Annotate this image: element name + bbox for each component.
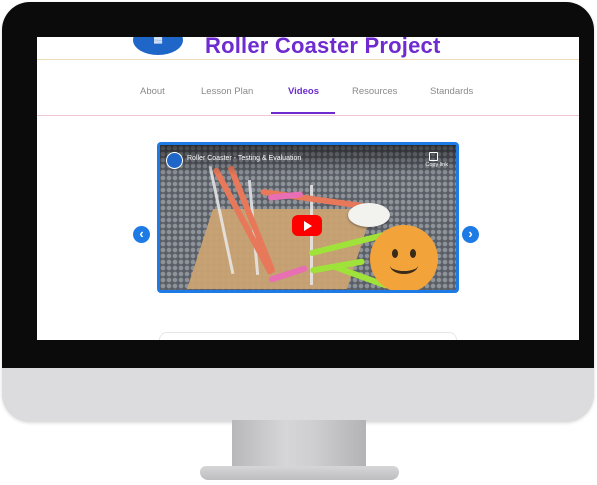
channel-avatar[interactable] — [166, 152, 183, 169]
tab-resources[interactable]: Resources — [352, 86, 397, 97]
active-tab-indicator — [271, 112, 335, 114]
screen: ▓ Roller Coaster Project About Lesson Pl… — [37, 37, 579, 340]
thumbnail-plate — [348, 203, 390, 227]
nav-tabs: About Lesson Plan Videos Resources Stand… — [37, 59, 579, 116]
copy-icon[interactable] — [429, 152, 438, 161]
tab-videos[interactable]: Videos — [288, 86, 319, 97]
building-icon[interactable]: ▓ — [133, 37, 183, 55]
tab-lesson-plan[interactable]: Lesson Plan — [201, 86, 253, 97]
logo-glyph: ▓ — [153, 37, 163, 43]
content-card — [159, 332, 457, 340]
carousel-next-button[interactable]: › — [462, 226, 479, 243]
smiley-mouth — [390, 257, 418, 274]
copy-link-label[interactable]: Copy link — [425, 162, 448, 168]
chevron-right-icon: › — [468, 226, 473, 241]
monitor-stand-neck — [232, 420, 366, 468]
video-title[interactable]: Roller Coaster - Testing & Evaluation — [187, 155, 301, 162]
monitor-chin — [2, 368, 594, 422]
chevron-left-icon: ‹ — [139, 226, 144, 241]
tab-standards[interactable]: Standards — [430, 86, 473, 97]
video-player[interactable]: Roller Coaster - Testing & Evaluation Co… — [157, 142, 459, 293]
play-icon — [304, 221, 312, 231]
monitor-stand-base — [200, 466, 399, 480]
site-header: ▓ Roller Coaster Project — [37, 37, 579, 60]
tab-about[interactable]: About — [140, 86, 165, 97]
play-button[interactable] — [292, 215, 322, 236]
carousel-prev-button[interactable]: ‹ — [133, 226, 150, 243]
monitor: ▓ Roller Coaster Project About Lesson Pl… — [2, 2, 594, 422]
smiley-face-icon — [370, 225, 438, 290]
page-title: Roller Coaster Project — [205, 37, 441, 58]
